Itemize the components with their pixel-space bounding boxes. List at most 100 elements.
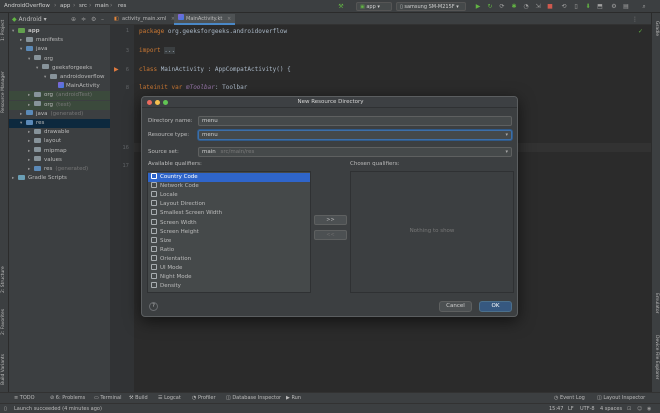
run-gutter-icon[interactable]: ▶ [114,66,119,73]
caret-position[interactable]: 15:47 [549,406,563,412]
run-config-select[interactable]: ▣ app ▾ [356,2,392,11]
tool-window-favorites[interactable]: 2: Favorites [1,309,6,335]
project-view-selector[interactable]: ◆ Android ▾ [12,16,47,23]
qualifier-item[interactable]: Night Mode [148,273,310,282]
close-icon[interactable]: × [227,16,231,22]
qualifier-item[interactable]: Ratio [148,245,310,255]
ok-button[interactable]: OK [479,301,512,312]
qualifier-item[interactable]: Screen Height [148,227,310,237]
layout-inspector-tool[interactable]: ◫ Layout Inspector [597,395,645,401]
search-icon[interactable]: ⌕ [640,3,648,10]
inspector-icon[interactable]: ☺ [637,406,642,412]
help-button[interactable]: ? [149,302,158,311]
device-select[interactable]: ▯ samsung SM-M215F ▾ [396,2,466,11]
available-qualifiers-list[interactable]: Country Code Network Code Locale Layout Dir… [147,171,311,293]
tree-item[interactable]: ▸ org (androidTest) [9,91,110,101]
chosen-qualifiers-list[interactable]: Nothing to show [350,171,514,293]
tree-item[interactable]: ▸ Gradle Scripts [9,174,110,183]
run-tool[interactable]: ▶ Run [286,395,301,401]
terminal-tool[interactable]: ▭ Terminal [94,395,121,401]
run-icon[interactable]: ▶ [474,3,482,10]
qualifier-item[interactable]: Layout Direction [148,200,310,209]
tree-item[interactable]: ▾ org [9,55,110,64]
database-inspector-tool[interactable]: ◫ Database Inspector [226,395,281,401]
profile-icon[interactable]: ◔ [522,3,530,10]
avd-manager-icon[interactable]: ▯ [572,3,580,10]
qualifier-item[interactable]: Locale [148,191,310,200]
tool-window-device-file-explorer[interactable]: Device File Explorer [654,335,659,380]
collapse-icon[interactable]: ⊕ [71,16,76,23]
memory-icon[interactable]: ◉ [647,406,651,412]
device-manager-icon[interactable]: ⬒ [596,3,604,10]
attach-debugger-icon[interactable]: ⇲ [534,3,542,10]
sync-gradle-icon[interactable]: ⟲ [560,3,568,10]
todo-tool[interactable]: ≡ TODO [14,395,35,401]
tree-item[interactable]: ▾ java [9,45,110,54]
more-icon[interactable]: ⋮ [632,16,638,23]
problems-tool[interactable]: ⊘ 6: Problems [50,395,85,401]
directory-name-input[interactable]: menu [198,116,512,126]
source-set-select[interactable]: main src/main/res ▾ [198,147,512,157]
breadcrumb-src[interactable]: src [79,3,87,9]
tree-item[interactable]: ▸ res (generated) [9,165,110,174]
settings-icon[interactable]: ⚙ [610,3,618,10]
qualifier-item[interactable]: UI Mode [148,264,310,273]
breadcrumb-project[interactable]: AndroidOverflow [4,3,50,9]
close-window-button[interactable] [147,100,152,105]
tree-item[interactable]: MainActivity [9,82,110,91]
gear-icon[interactable]: ⚙ [91,16,96,23]
event-log-tool[interactable]: ◷ Event Log [554,395,585,401]
tool-window-resource-manager[interactable]: Resource Manager [1,71,6,113]
indent-setting[interactable]: 4 spaces [600,406,622,412]
tree-item[interactable]: ▾ geeksforgeeks [9,64,110,73]
qualifier-item[interactable]: Size [148,236,310,246]
logcat-tool[interactable]: ☰ Logcat [158,395,181,401]
tree-item[interactable]: ▾ res [9,119,110,128]
file-encoding[interactable]: UTF-8 [580,406,595,412]
sort-icon[interactable]: ≑ [81,16,86,23]
add-qualifier-button[interactable]: >> [314,215,347,225]
resource-type-select[interactable]: menu ▾ [198,130,512,140]
tree-item[interactable]: ▾ app [9,27,110,36]
apply-changes-icon[interactable]: ↻ [486,3,494,10]
qualifier-item[interactable]: Orientation [148,254,310,264]
tool-window-emulator[interactable]: Emulator [654,293,659,313]
breadcrumb-main[interactable]: main [95,3,109,9]
lock-icon[interactable]: ⊡ [627,406,631,412]
qualifier-item[interactable]: Network Code [148,182,310,191]
tree-item[interactable]: ▸ layout [9,137,110,146]
tree-item[interactable]: ▸ values [9,156,110,165]
sdk-manager-icon[interactable]: ⬇ [584,3,592,10]
breadcrumb-app[interactable]: app [60,3,70,9]
remove-qualifier-button[interactable]: << [314,230,347,240]
minimize-icon[interactable]: – [101,16,104,23]
hammer-icon[interactable]: ⚒ [337,3,345,10]
line-separator[interactable]: LF [568,406,574,412]
tree-item[interactable]: ▾ androidoverflow [9,73,110,82]
tool-window-gradle[interactable]: Gradle [654,21,659,36]
qualifier-item[interactable]: Country Code [148,173,310,182]
tool-window-structure[interactable]: 2: Structure [1,266,6,293]
zoom-window-button[interactable] [163,100,168,105]
inspection-ok-icon[interactable]: ✓ [638,28,643,35]
build-tool[interactable]: ⚒ Build [129,395,148,401]
breadcrumb-res[interactable]: res [118,3,126,9]
tab-activity-main-xml[interactable]: ◧ activity_main.xml × [110,14,179,25]
tool-window-build-variants[interactable]: Build Variants [1,354,6,385]
minimize-window-button[interactable] [155,100,160,105]
apply-code-changes-icon[interactable]: ⟳ [498,3,506,10]
tree-item[interactable]: ▸ drawable [9,128,110,137]
status-message[interactable]: Launch succeeded (4 minutes ago) [14,406,102,412]
stop-icon[interactable]: ■ [546,3,554,10]
qualifier-item[interactable]: Density [148,282,310,291]
tree-item[interactable]: ▸ java (generated) [9,110,110,119]
qualifier-item[interactable]: Screen Width [148,218,310,228]
tab-main-activity-kt[interactable]: MainActivity.kt × [174,14,236,25]
tree-item[interactable]: ▸ org (test) [9,100,110,110]
tool-window-project[interactable]: 1: Project [1,20,6,41]
qualifier-item[interactable]: Smallest Screen Width [148,209,310,218]
cancel-button[interactable]: Cancel [439,301,472,312]
tree-item[interactable]: ▸ mipmap [9,147,110,156]
tree-item[interactable]: ▸ manifests [9,36,110,45]
layout-icon[interactable]: ▤ [622,3,630,10]
